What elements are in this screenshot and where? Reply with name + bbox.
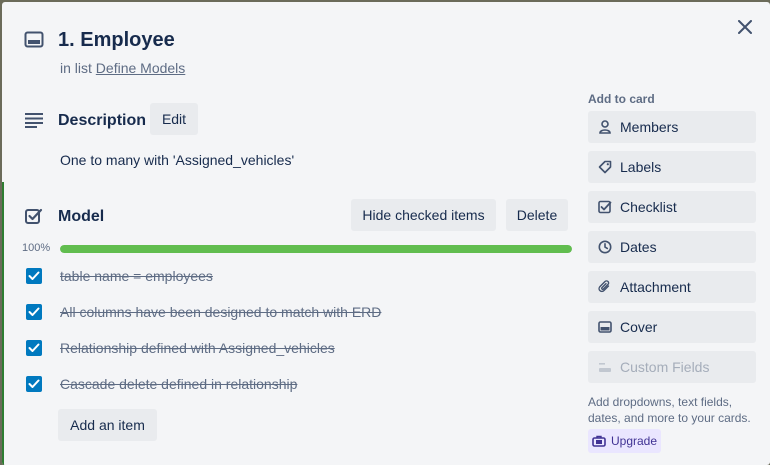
members-label: Members: [620, 119, 679, 135]
checklist-item: Relationship defined with Assigned_vehic…: [26, 337, 335, 359]
attachment-button[interactable]: Attachment: [588, 271, 756, 303]
checklist-item: Cascade delete defined in relationship: [26, 373, 297, 395]
background-edge: [2, 182, 4, 465]
checklist-button[interactable]: Checklist: [588, 191, 756, 223]
description-text[interactable]: One to many with 'Assigned_vehicles': [60, 152, 294, 168]
checkmark-icon: [28, 271, 40, 280]
checkbox-icon: [598, 200, 612, 214]
dates-button[interactable]: Dates: [588, 231, 756, 263]
description-heading: Description: [58, 112, 147, 129]
person-icon: [598, 120, 612, 134]
briefcase-icon: [592, 435, 606, 447]
add-to-card-heading: Add to card: [588, 92, 655, 106]
checkmark-icon: [28, 379, 40, 388]
upgrade-label: Upgrade: [610, 434, 658, 448]
description-icon: [24, 110, 44, 130]
upgrade-button[interactable]: Upgrade: [588, 429, 661, 453]
add-item-button[interactable]: Add an item: [58, 409, 157, 441]
close-icon: [738, 20, 752, 34]
members-button[interactable]: Members: [588, 111, 756, 143]
delete-checklist-button[interactable]: Delete: [506, 199, 568, 231]
edit-description-button[interactable]: Edit: [150, 103, 198, 135]
item-label[interactable]: All columns have been designed to match …: [60, 304, 381, 320]
checklist-heading[interactable]: Model: [58, 208, 104, 226]
paperclip-icon: [598, 280, 612, 294]
checkmark-icon: [28, 307, 40, 316]
checklist-item: All columns have been designed to match …: [26, 301, 381, 323]
checklist-icon: [24, 206, 44, 226]
item-label[interactable]: Relationship defined with Assigned_vehic…: [60, 340, 335, 356]
cover-button[interactable]: Cover: [588, 311, 756, 343]
cover-label: Cover: [620, 319, 658, 335]
custom-fields-note: Add dropdowns, text fields, dates, and m…: [588, 395, 751, 425]
cover-icon: [598, 320, 612, 334]
attachment-label: Attachment: [620, 279, 691, 295]
item-label[interactable]: table name = employees: [60, 268, 213, 284]
in-list-prefix: in list: [60, 60, 92, 76]
close-button[interactable]: [734, 16, 756, 38]
item-checkbox[interactable]: [26, 304, 42, 320]
list-link[interactable]: Define Models: [96, 60, 186, 76]
item-checkbox[interactable]: [26, 376, 42, 392]
card-icon: [24, 30, 44, 50]
card-title[interactable]: 1. Employee: [58, 29, 175, 52]
custom-fields-icon: [598, 360, 612, 374]
progress-bar: [60, 245, 572, 253]
tag-icon: [598, 160, 612, 174]
labels-button[interactable]: Labels: [588, 151, 756, 183]
hide-checked-items-button[interactable]: Hide checked items: [351, 199, 496, 231]
custom-fields-label: Custom Fields: [620, 359, 710, 375]
item-checkbox[interactable]: [26, 268, 42, 284]
custom-fields-button[interactable]: Custom Fields: [588, 351, 756, 383]
checklist-item: table name = employees: [26, 265, 213, 287]
progress-percent: 100%: [22, 242, 51, 254]
labels-label: Labels: [620, 159, 662, 175]
clock-icon: [598, 240, 612, 254]
item-label[interactable]: Cascade delete defined in relationship: [60, 376, 297, 392]
card-detail-modal: 1. Employee in list Define Models Descri…: [2, 2, 770, 465]
list-breadcrumb: in list Define Models: [60, 60, 185, 76]
checkmark-icon: [28, 343, 40, 352]
dates-label: Dates: [620, 239, 657, 255]
progress-bar-fill: [60, 245, 572, 253]
checklist-label: Checklist: [620, 199, 677, 215]
item-checkbox[interactable]: [26, 340, 42, 356]
